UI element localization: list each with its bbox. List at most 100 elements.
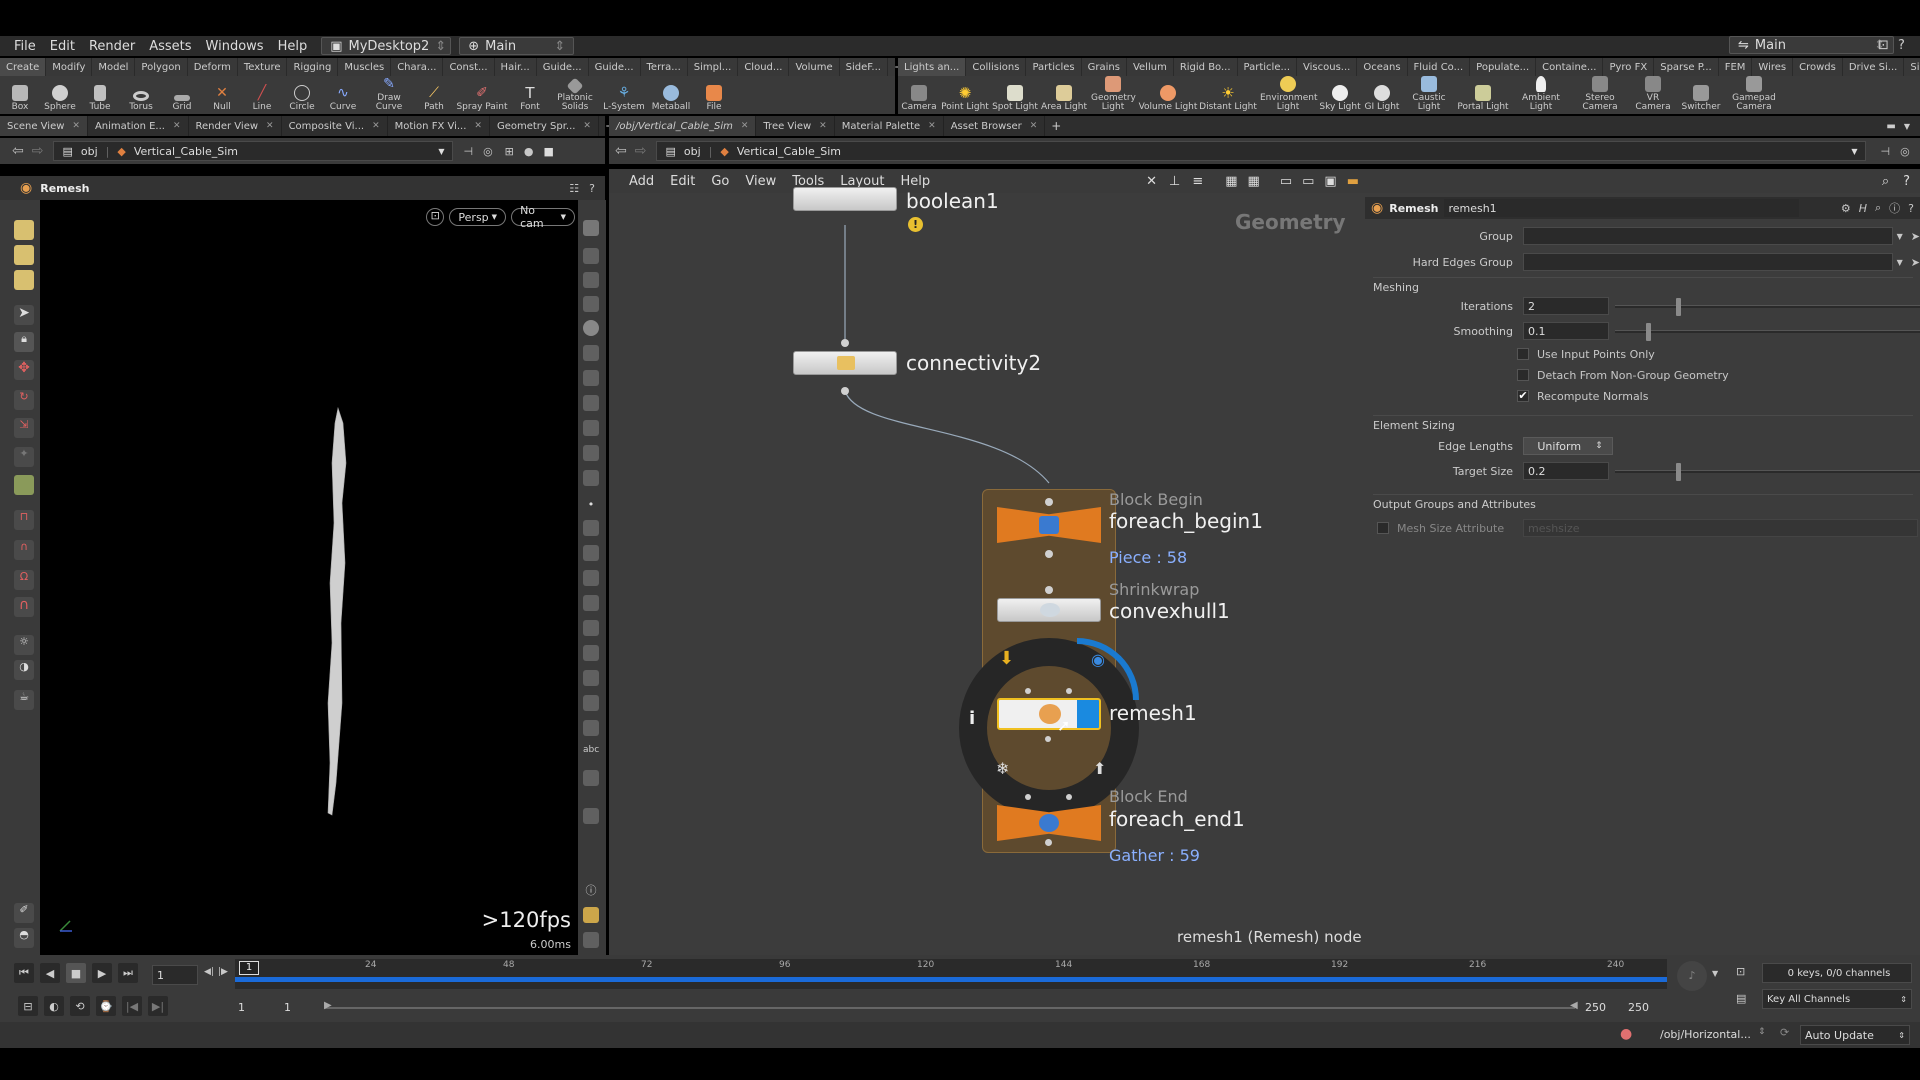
menu-file[interactable]: File [14, 39, 36, 54]
pin-icon[interactable]: ⊣ [1880, 145, 1890, 158]
range-slider[interactable] [325, 1007, 1575, 1009]
refresh-icon[interactable]: ⟳ [1780, 1026, 1789, 1039]
shelf-tab[interactable]: Modify [46, 58, 93, 76]
magnet-snap-icon[interactable]: ∩ [14, 597, 34, 617]
camera-icon[interactable] [583, 420, 599, 436]
display-option-icon[interactable] [583, 645, 599, 661]
mesh-size-field[interactable]: meshsize [1523, 519, 1918, 537]
iterations-field[interactable]: 2 [1523, 297, 1609, 315]
geometry-light-tool[interactable]: Geometry Light [1088, 76, 1138, 114]
back-icon[interactable]: ⇦ [12, 143, 24, 159]
shelf-tab[interactable]: Vellum [1127, 58, 1174, 76]
range-handle-left[interactable]: ▶ [324, 1000, 332, 1011]
brush-tool-icon[interactable] [14, 245, 34, 265]
target-size-field[interactable]: 0.2 [1523, 462, 1609, 480]
close-icon[interactable]: ✕ [266, 121, 274, 131]
jump-end-icon[interactable]: ⏭ [118, 963, 138, 983]
edge-lengths-menu[interactable]: Uniform ⇕ [1523, 437, 1613, 455]
line-tool[interactable]: ╱ Line [242, 76, 282, 114]
help-icon[interactable]: ? [1908, 202, 1914, 215]
platonic-solids-tool[interactable]: Platonic Solids [550, 76, 600, 114]
snap-curve-icon[interactable]: Ω [14, 570, 34, 590]
tab-animation-editor[interactable]: Animation E... ✕ [88, 116, 189, 136]
display-option-icon[interactable] [583, 620, 599, 636]
input-connector[interactable] [1025, 688, 1031, 694]
pane-menu-icon[interactable]: ▼ [1904, 122, 1910, 131]
key-channels-icon[interactable]: ▤ [1736, 992, 1746, 1005]
hda-icon[interactable]: H [1859, 202, 1867, 215]
detach-checkbox[interactable] [1517, 369, 1529, 381]
shading-icon[interactable] [583, 320, 599, 336]
display-option-icon[interactable] [583, 808, 599, 824]
normals-icon[interactable] [583, 520, 599, 536]
move-tool-icon[interactable]: ✥ [14, 360, 34, 380]
pin-icon[interactable]: ⊣ [463, 145, 473, 158]
points-icon[interactable]: • [583, 498, 599, 514]
context-selector[interactable]: ⊕ Main ⇕ [459, 37, 575, 55]
close-icon[interactable]: ✕ [474, 121, 482, 131]
shelf-tab[interactable]: Guide... [537, 58, 589, 76]
display-option-icon[interactable] [583, 296, 599, 312]
slider-knob[interactable] [1676, 297, 1681, 316]
shelf-tab[interactable]: Rigid Bo... [1174, 58, 1238, 76]
display-option-icon[interactable] [583, 272, 599, 288]
pin-icon[interactable]: ⊡ [1878, 38, 1889, 53]
output-connector[interactable] [1045, 736, 1051, 742]
normals-icon[interactable] [583, 545, 599, 561]
forward-icon[interactable]: ⇨ [635, 143, 647, 159]
shelf-tab[interactable]: Particles [1026, 58, 1082, 76]
stereo-camera-tool[interactable]: Stereo Camera [1572, 76, 1628, 114]
shelf-tab[interactable]: Lights an... [898, 58, 967, 76]
menu-view[interactable]: View [745, 174, 776, 189]
right-context-selector[interactable]: ⇋ Main ⇕ [1729, 36, 1894, 54]
select-tool-icon[interactable]: ➤ [14, 305, 34, 325]
clock-icon[interactable]: ⌚ [96, 996, 116, 1016]
range-start2-field[interactable]: 1 [284, 1001, 291, 1014]
shelf-tab[interactable]: Terra... [641, 58, 688, 76]
range-end2-field[interactable]: 250 [1628, 1001, 1649, 1014]
keyframe-icon[interactable]: ⊡ [1736, 965, 1745, 978]
next-key-icon[interactable]: ▶| [148, 996, 168, 1016]
shelf-tab[interactable]: Guide... [589, 58, 641, 76]
viewport-layout-icon[interactable]: ■ [544, 145, 554, 158]
close-icon[interactable]: ✕ [819, 121, 827, 131]
tab-asset-browser[interactable]: Asset Browser ✕ [944, 116, 1046, 136]
abc-icon[interactable]: abc [583, 745, 599, 761]
image-icon[interactable]: ▣ [1324, 174, 1336, 189]
dropdown-icon[interactable]: ▼ [438, 147, 444, 156]
node-convexhull1[interactable] [997, 598, 1101, 622]
display-option-icon[interactable] [583, 720, 599, 736]
shelf-tab[interactable]: Polygon [135, 58, 188, 76]
menu-edit[interactable]: Edit [50, 39, 75, 54]
shelf-tab[interactable]: Pyro FX [1603, 58, 1655, 76]
wrench-icon[interactable]: ✕ [1146, 174, 1157, 189]
freeze-icon[interactable]: ❄ [996, 759, 1009, 778]
tab-geometry-spreadsheet[interactable]: Geometry Spr... ✕ [490, 116, 599, 136]
display-option-icon[interactable] [583, 570, 599, 586]
smoothing-field[interactable]: 0.1 [1523, 322, 1609, 340]
shelf-tab[interactable]: FEM [1719, 58, 1753, 76]
shelf-tab[interactable]: SideFX L... [1904, 58, 1920, 76]
close-icon[interactable]: ✕ [928, 121, 936, 131]
transform-tool-icon[interactable]: ✦ [14, 447, 34, 467]
audio-icon[interactable]: ♪ [1677, 961, 1707, 991]
slider-knob[interactable] [1676, 462, 1681, 481]
snapshot-icon[interactable] [583, 932, 599, 948]
forward-icon[interactable]: ⇨ [32, 143, 44, 159]
close-icon[interactable]: ✕ [372, 121, 380, 131]
dropdown-icon[interactable]: ▼ [1712, 969, 1718, 978]
input-connector[interactable] [1045, 498, 1053, 506]
info-icon[interactable]: ⓘ [583, 882, 599, 898]
shelf-tab[interactable]: Muscles [338, 58, 392, 76]
play-icon[interactable]: ▶ [92, 963, 112, 983]
handle-tool-icon[interactable] [14, 220, 34, 240]
output-connector[interactable] [841, 387, 849, 395]
light-icon[interactable] [583, 345, 599, 361]
shelf-tab[interactable]: Simpl... [688, 58, 739, 76]
left-path-field[interactable]: ▤ obj | ◆ Vertical_Cable_Sim ▼ [53, 141, 454, 161]
shelf-tab[interactable]: Texture [238, 58, 288, 76]
null-tool[interactable]: ✕ Null [202, 76, 242, 114]
range-end-field[interactable]: 250 [1585, 1001, 1606, 1014]
scene-viewport[interactable]: ⊡ Persp ▼ No cam ▼ >120fps 6.00ms [40, 203, 575, 955]
draw-curve-tool[interactable]: ✎ Draw Curve [364, 76, 414, 114]
